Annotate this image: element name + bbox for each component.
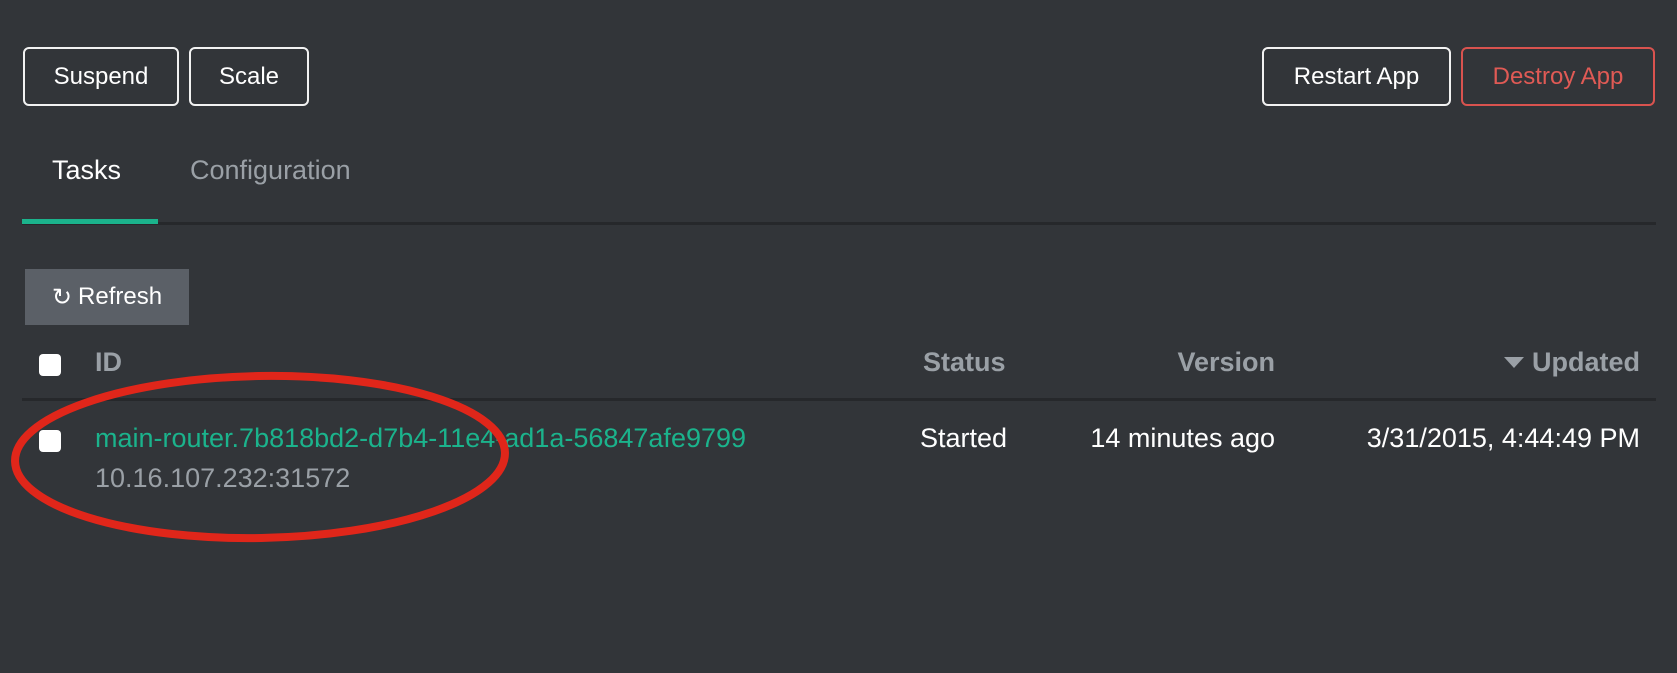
scale-button[interactable]: Scale — [189, 47, 309, 106]
column-header-updated[interactable]: Updated — [1504, 347, 1640, 378]
destroy-app-button[interactable]: Destroy App — [1461, 47, 1655, 106]
row-checkbox[interactable] — [39, 430, 61, 452]
refresh-label: Refresh — [78, 283, 163, 310]
tab-configuration[interactable]: Configuration — [190, 155, 351, 186]
task-status: Started — [920, 423, 1008, 453]
task-id-link[interactable]: main-router.7b818bd2-d7b4-11e4-ad1a-5684… — [95, 423, 746, 454]
task-version: 14 minutes ago — [1090, 423, 1275, 453]
refresh-icon: ↻ — [51, 283, 73, 311]
active-tab-indicator — [22, 219, 158, 224]
table-header-divider — [22, 398, 1656, 401]
column-header-updated-label: Updated — [1532, 347, 1640, 377]
task-updated: 3/31/2015, 4:44:49 PM — [1366, 423, 1640, 453]
sort-descending-icon — [1504, 357, 1524, 368]
suspend-button[interactable]: Suspend — [23, 47, 179, 106]
tab-tasks[interactable]: Tasks — [52, 155, 121, 186]
refresh-button[interactable]: ↻ Refresh — [25, 269, 189, 325]
task-host: 10.16.107.232:31572 — [95, 463, 351, 493]
column-header-version: Version — [1177, 347, 1275, 377]
column-header-id: ID — [95, 347, 122, 377]
tabs-divider — [22, 222, 1656, 225]
restart-app-button[interactable]: Restart App — [1262, 47, 1451, 106]
column-header-status: Status — [923, 347, 1006, 377]
select-all-checkbox[interactable] — [39, 354, 61, 376]
